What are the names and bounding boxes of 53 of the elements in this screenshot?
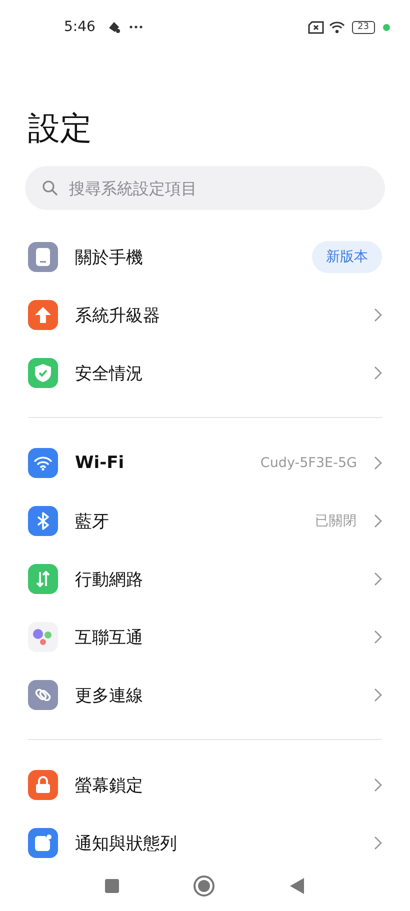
settings-item[interactable]: Wi-Fi Cudy-5F3E-5G <box>0 434 410 492</box>
chevron-right-icon <box>374 514 382 528</box>
settings-item[interactable]: 互聯互通 <box>0 608 410 666</box>
battery-level: 23 <box>352 20 375 34</box>
settings-item[interactable]: 安全情況 <box>0 344 410 402</box>
chevron-right-icon <box>374 778 382 792</box>
item-value: Cudy-5F3E-5G <box>260 455 357 471</box>
item-label: 通知與狀態列 <box>75 832 178 854</box>
settings-item[interactable]: 更多連線 <box>0 666 410 724</box>
settings-item[interactable]: 行動網路 <box>0 550 410 608</box>
item-value: 已關閉 <box>315 512 357 530</box>
data-arrows-icon <box>35 570 51 588</box>
arrow-up-icon <box>34 306 52 324</box>
chevron-right-icon <box>374 836 382 850</box>
search-field[interactable]: 搜尋系統設定項目 <box>25 166 385 210</box>
item-label: 關於手機 <box>75 246 144 268</box>
wifi-signal-icon <box>328 20 346 34</box>
page-title: 設定 <box>28 108 93 148</box>
phone-icon <box>35 247 51 267</box>
no-sim-icon <box>308 20 324 34</box>
item-label: 互聯互通 <box>75 626 144 648</box>
home-icon[interactable] <box>193 875 215 897</box>
lock-icon <box>35 776 51 794</box>
search-icon <box>42 180 58 196</box>
status-time: 5:46 <box>64 19 96 35</box>
chevron-right-icon <box>374 572 382 586</box>
item-label: 系統升級器 <box>75 304 161 326</box>
item-label: 行動網路 <box>75 568 144 590</box>
more-icon <box>129 25 144 29</box>
item-label: 安全情況 <box>75 362 144 384</box>
settings-item[interactable]: 通知與狀態列 <box>0 814 410 872</box>
link-icon <box>34 686 52 704</box>
settings-item[interactable]: 螢幕鎖定 <box>0 756 410 814</box>
settings-item[interactable]: 關於手機 新版本 <box>0 228 410 286</box>
new-version-badge: 新版本 <box>312 241 382 273</box>
back-icon[interactable] <box>289 877 305 895</box>
privacy-dot-icon <box>383 24 390 30</box>
notification-icon <box>34 834 52 852</box>
shield-check-icon <box>34 363 52 383</box>
settings-item[interactable]: 系統升級器 <box>0 286 410 344</box>
bluetooth-icon <box>36 511 50 531</box>
chevron-right-icon <box>374 308 382 322</box>
chevron-right-icon <box>374 366 382 380</box>
item-label: 螢幕鎖定 <box>75 774 144 796</box>
chevron-right-icon <box>374 688 382 702</box>
chevron-right-icon <box>374 456 382 470</box>
dots-icon <box>32 627 54 647</box>
settings-item[interactable]: 藍牙 已關閉 <box>0 492 410 550</box>
wifi-icon <box>33 455 53 471</box>
item-label: Wi-Fi <box>75 453 126 473</box>
item-label: 更多連線 <box>75 684 144 706</box>
chevron-right-icon <box>374 630 382 644</box>
item-label: 藍牙 <box>75 510 110 532</box>
